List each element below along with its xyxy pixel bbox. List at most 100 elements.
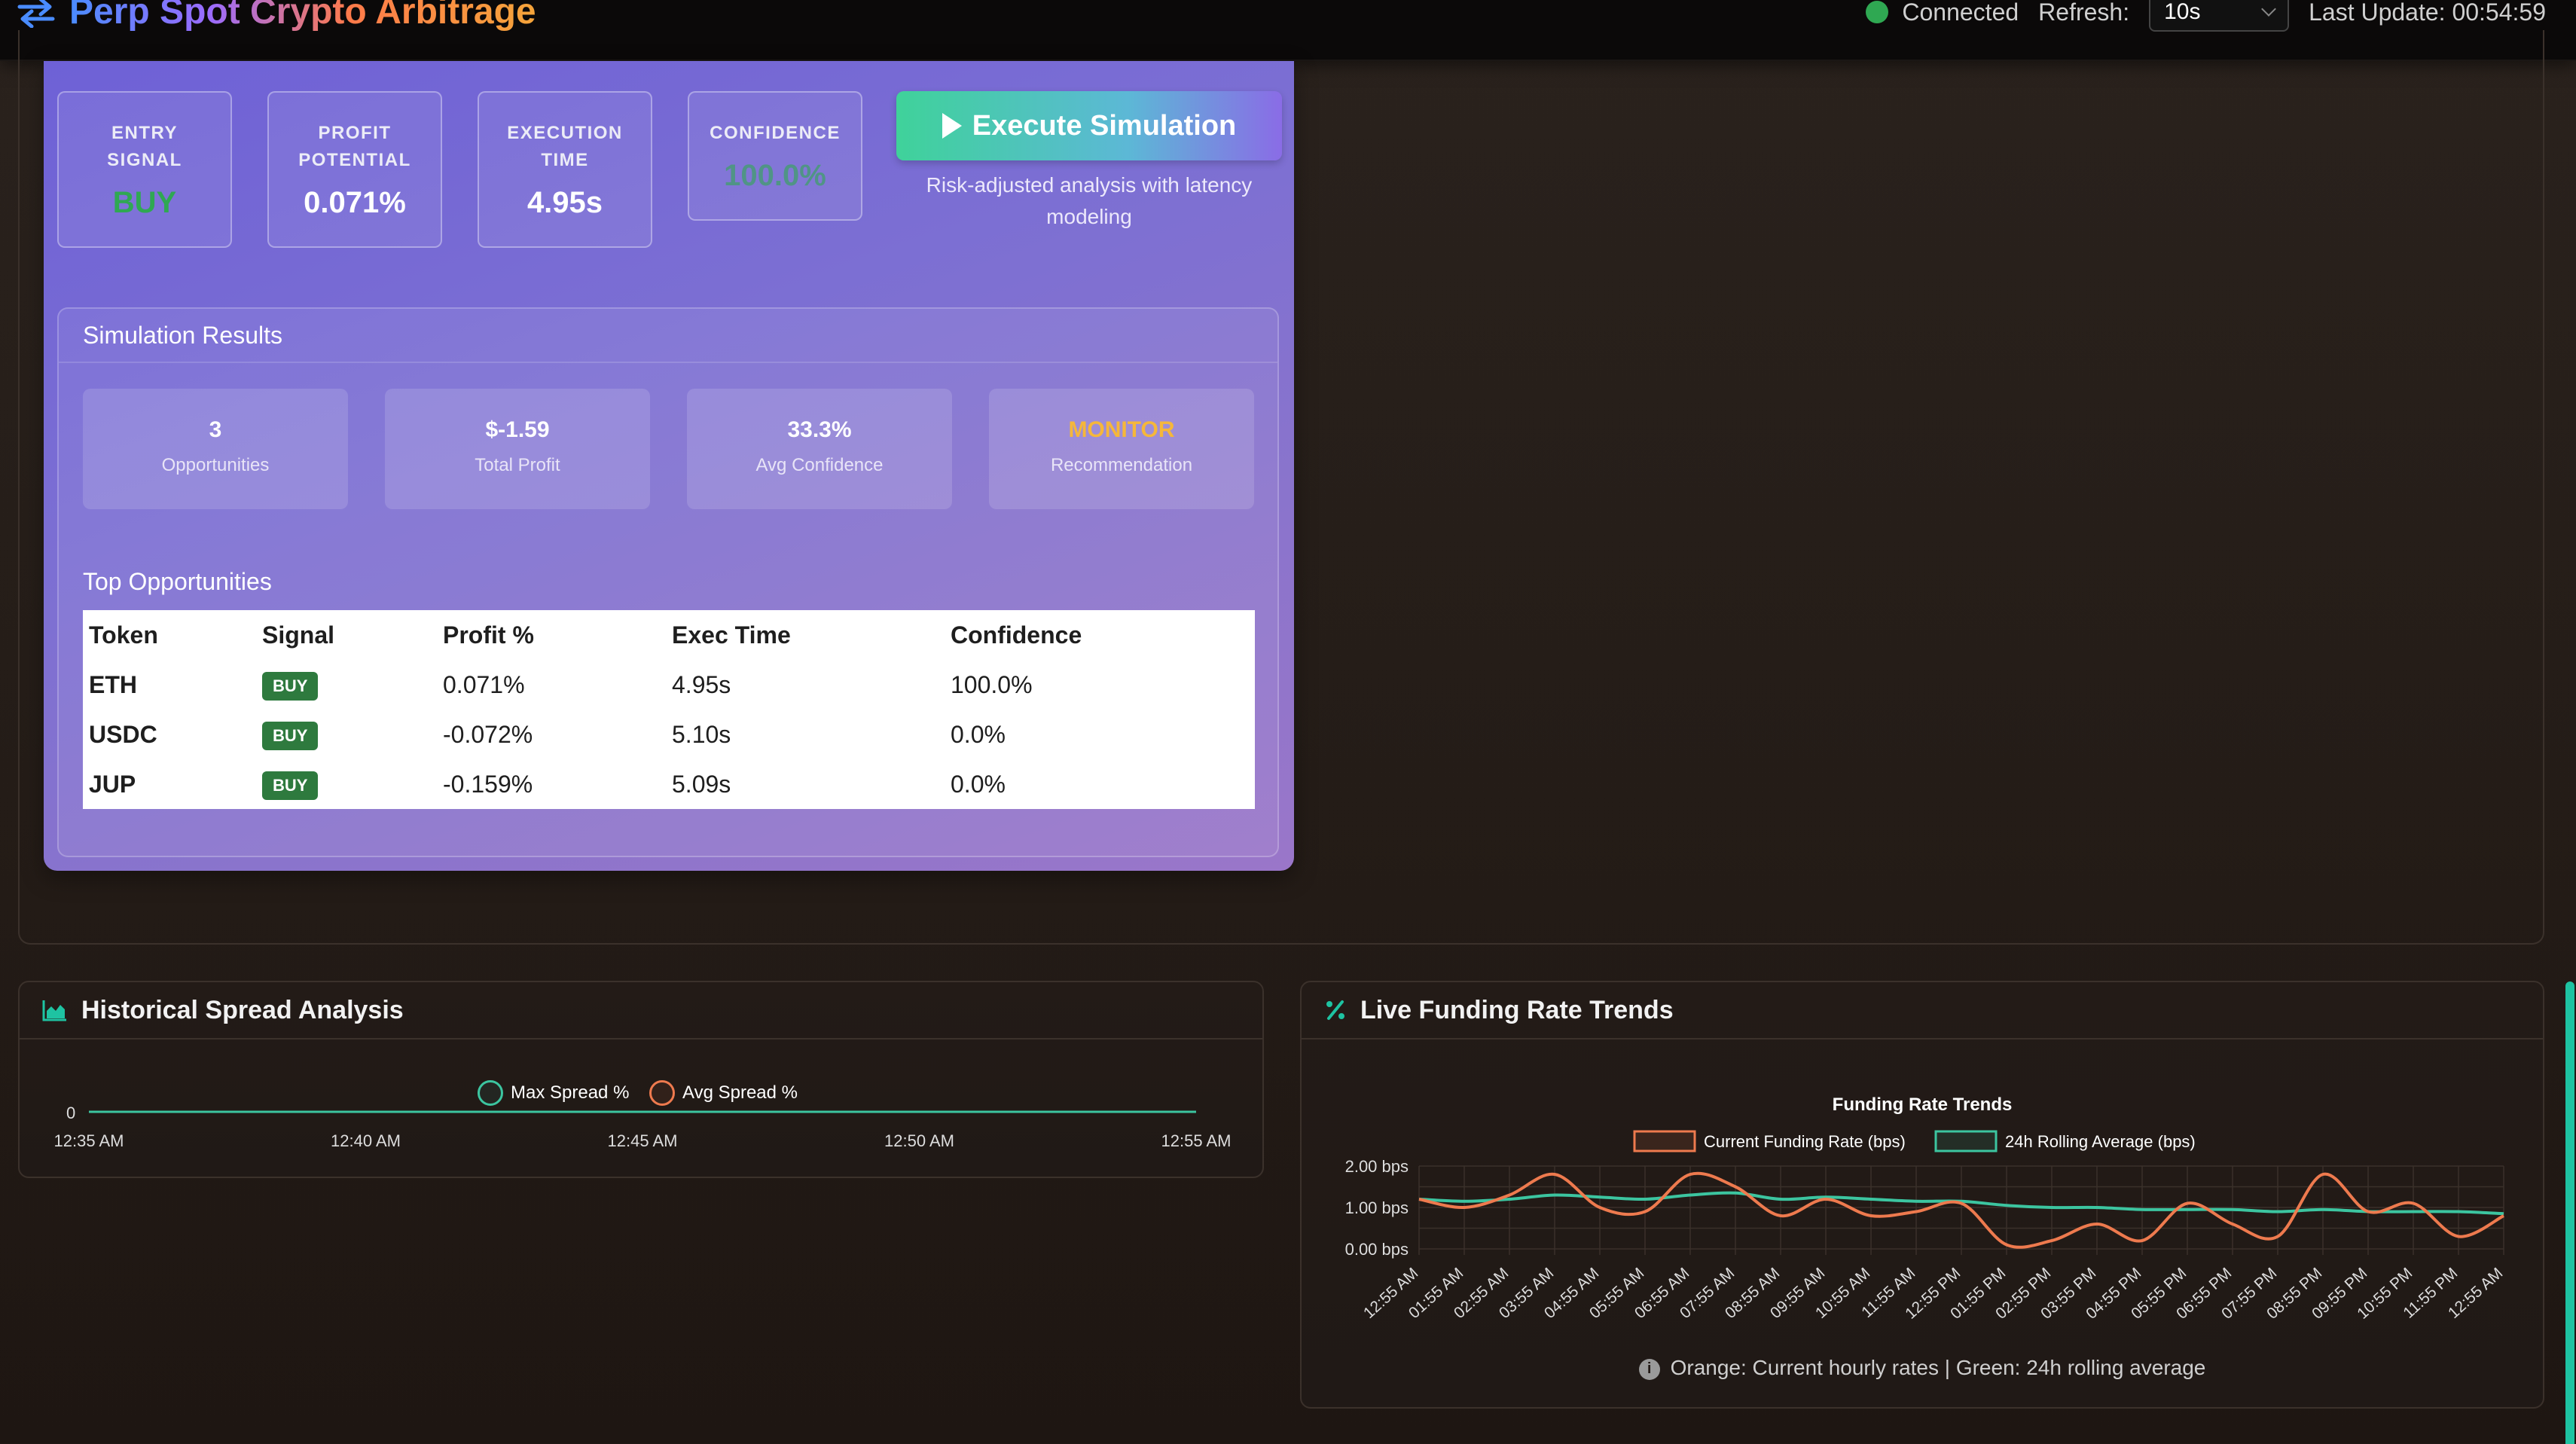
results-title: Simulation Results	[59, 309, 1277, 363]
chevron-down-icon	[2261, 2, 2276, 17]
exec-time-cell: 4.95s	[672, 670, 731, 698]
last-update: Last Update: 00:54:59	[2309, 0, 2546, 26]
metric-label: PROFIT POTENTIAL	[298, 123, 411, 170]
historical-spread-chart: 0 12:35 AM 12:40 AM 12:45 AM 12:50 AM 12:55 …	[54, 1104, 1232, 1150]
confidence-value: 100.0%	[724, 159, 826, 192]
token-cell: USDC	[89, 720, 157, 748]
signal-cell: BUY	[262, 769, 319, 800]
refresh-select[interactable]: 10s	[2149, 0, 2290, 32]
execution-time-card: EXECUTION TIME 4.95s	[478, 91, 652, 248]
app-title: Perp Spot Crypto Arbitrage	[69, 0, 536, 32]
confidence-cell: 0.0%	[951, 720, 1006, 748]
profit-potential-card: PROFIT POTENTIAL 0.071%	[267, 91, 442, 248]
brand: Perp Spot Crypto Arbitrage	[17, 0, 536, 32]
x-tick-label: 12:35 AM	[54, 1131, 124, 1150]
top-opportunities-title: Top Opportunities	[83, 568, 272, 595]
x-tick-label: 12:40 AM	[331, 1131, 401, 1150]
profit-potential-value: 0.071%	[304, 186, 406, 219]
simulation-panel: ENTRY SIGNAL BUY PROFIT POTENTIAL 0.071% E…	[44, 61, 1294, 871]
legend-swatch	[1633, 1130, 1696, 1152]
profit-cell: -0.159%	[443, 770, 533, 798]
execute-simulation-button[interactable]: Execute Simulation	[896, 91, 1282, 160]
stat-label: Avg Confidence	[755, 455, 884, 475]
legend-avg-spread[interactable]: Avg Spread %	[649, 1080, 798, 1106]
exec-time-cell: 5.10s	[672, 720, 731, 748]
legend-label: Max Spread %	[511, 1082, 630, 1103]
column-header: Exec Time	[672, 621, 791, 649]
y-tick-label: 2.00 bps	[1345, 1157, 1409, 1176]
signal-cell: BUY	[262, 719, 319, 750]
historical-title: Historical Spread Analysis	[81, 995, 404, 1024]
legend-swatch	[649, 1080, 675, 1106]
entry-signal-value: BUY	[112, 186, 177, 219]
entry-signal-card: ENTRY SIGNAL BUY	[57, 91, 232, 248]
historical-spread-panel: Historical Spread Analysis 0 12:35 AM 12:…	[18, 981, 1264, 1178]
refresh-label: Refresh:	[2038, 0, 2130, 26]
legend-current-rate[interactable]: Current Funding Rate (bps)	[1633, 1130, 1906, 1152]
opportunities-table: Token Signal Profit % Exec Time Confiden…	[83, 610, 1255, 809]
column-header: Signal	[262, 621, 335, 649]
legend-swatch	[478, 1080, 503, 1106]
x-tick-label: 12:50 AM	[884, 1131, 954, 1150]
exec-time-cell: 5.09s	[672, 770, 731, 798]
recommendation-value: MONITOR	[1068, 417, 1175, 442]
table-header-row: Token Signal Profit % Exec Time Confiden…	[83, 610, 1255, 660]
legend-rolling-average[interactable]: 24h Rolling Average (bps)	[1934, 1130, 2196, 1152]
confidence-cell: 0.0%	[951, 770, 1006, 798]
x-tick-label: 12:45 AM	[608, 1131, 678, 1150]
table-row[interactable]: JUP BUY -0.159% 5.09s 0.0%	[83, 759, 1255, 809]
signal-badge: BUY	[262, 671, 319, 701]
column-header: Confidence	[951, 621, 1082, 649]
y-tick-label: 0	[66, 1104, 75, 1122]
table-row[interactable]: USDC BUY -0.072% 5.10s 0.0%	[83, 710, 1255, 759]
info-icon: i	[1638, 1358, 1660, 1380]
funding-title: Live Funding Rate Trends	[1360, 995, 1674, 1024]
table-row[interactable]: ETH BUY 0.071% 4.95s 100.0%	[83, 660, 1255, 710]
play-icon	[942, 113, 962, 139]
panel-header: Historical Spread Analysis	[20, 982, 1262, 1039]
stat-card: $-1.59 Total Profit	[385, 389, 650, 509]
token-cell: JUP	[89, 770, 136, 798]
stat-value: $-1.59	[485, 417, 550, 442]
connection-status: Connected	[1866, 0, 2019, 26]
stat-value: 3	[209, 417, 222, 442]
token-cell: ETH	[89, 670, 137, 698]
profit-cell: -0.072%	[443, 720, 533, 748]
swap-arrows-icon	[17, 0, 55, 28]
legend-label: Avg Spread %	[682, 1082, 798, 1103]
status-dot-icon	[1866, 1, 1889, 23]
execute-label: Execute Simulation	[972, 109, 1237, 142]
confidence-cell: 100.0%	[951, 670, 1033, 698]
chart-note-text: Orange: Current hourly rates | Green: 24…	[1670, 1356, 2206, 1379]
connection-label: Connected	[1902, 0, 2019, 26]
scrollbar[interactable]	[2562, 61, 2576, 1444]
signal-badge: BUY	[262, 771, 319, 800]
simulation-results: Simulation Results 3 Opportunities $-1.5…	[57, 307, 1279, 857]
stat-card: MONITOR Recommendation	[989, 389, 1254, 509]
percent-icon	[1326, 1000, 1344, 1020]
legend-label: 24h Rolling Average (bps)	[2005, 1132, 2196, 1151]
panel-header: Live Funding Rate Trends	[1302, 982, 2543, 1039]
refresh-select-value: 10s	[2164, 0, 2201, 24]
metric-label: ENTRY SIGNAL	[107, 123, 182, 170]
stat-label: Total Profit	[475, 455, 560, 475]
chart-title: Funding Rate Trends	[1833, 1094, 2013, 1115]
signal-cell: BUY	[262, 670, 319, 701]
confidence-label: CONFIDENCE	[710, 123, 841, 143]
metric-label: EXECUTION TIME	[507, 123, 623, 170]
confidence-card: CONFIDENCE 100.0%	[688, 91, 862, 221]
signal-badge: BUY	[262, 721, 319, 750]
stat-card: 33.3% Avg Confidence	[687, 389, 952, 509]
legend-max-spread[interactable]: Max Spread %	[478, 1080, 629, 1106]
stat-label: Opportunities	[161, 455, 270, 475]
y-tick-label: 1.00 bps	[1345, 1198, 1409, 1217]
funding-rate-chart: Funding Rate Trends Current Funding Rate…	[1345, 1094, 2507, 1323]
area-chart-icon	[42, 1000, 66, 1021]
execution-time-value: 4.95s	[526, 186, 603, 219]
scrollbar-thumb[interactable]	[2565, 981, 2574, 1444]
profit-cell: 0.071%	[443, 670, 525, 698]
x-tick-label: 12:55 AM	[1161, 1131, 1232, 1150]
funding-rate-panel: Live Funding Rate Trends Funding Rate Tr…	[1300, 981, 2544, 1409]
chart-note: i Orange: Current hourly rates | Green: 2…	[1302, 1356, 2543, 1380]
legend-label: Current Funding Rate (bps)	[1704, 1132, 1906, 1151]
